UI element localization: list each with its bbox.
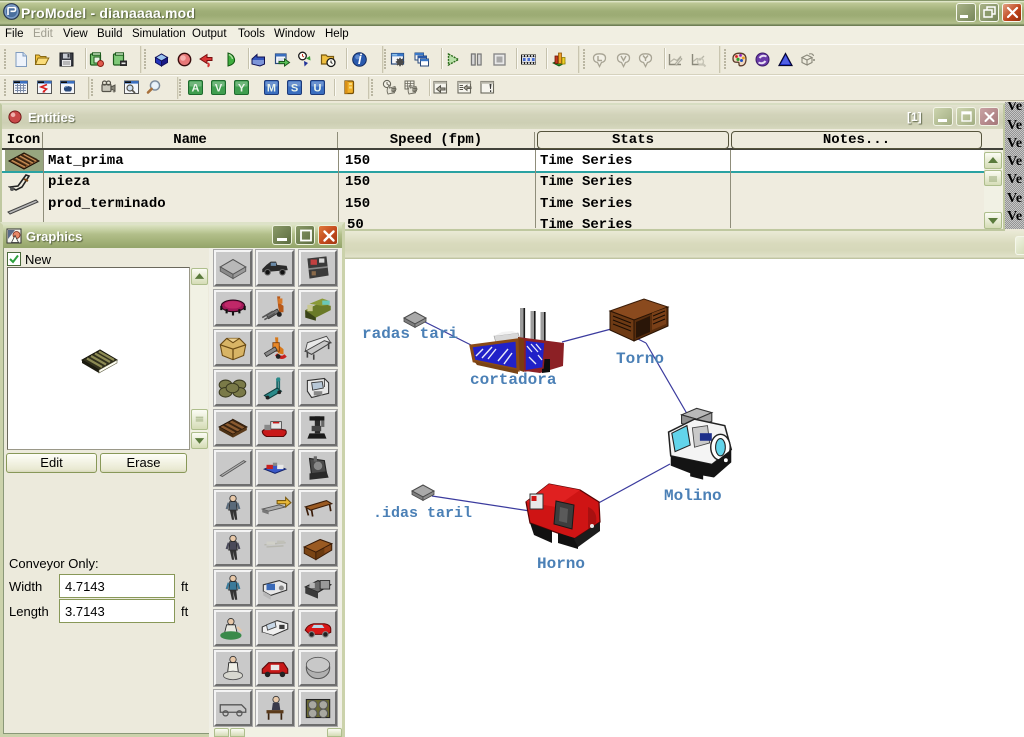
svg-text:V: V <box>215 83 223 95</box>
svg-text:M: M <box>267 83 276 95</box>
svg-text:Y: Y <box>238 83 246 95</box>
svg-text:S: S <box>291 83 298 95</box>
svg-text:U: U <box>314 83 322 95</box>
svg-text:A: A <box>192 83 200 95</box>
